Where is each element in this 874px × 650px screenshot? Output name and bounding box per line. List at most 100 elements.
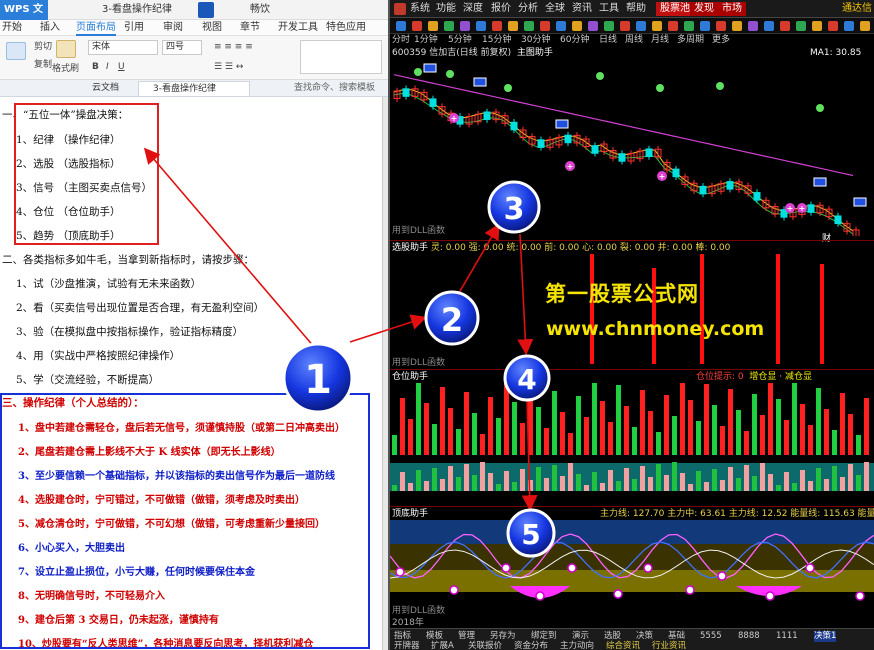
toolbar-icon[interactable]: [620, 21, 630, 31]
menu-view[interactable]: 视图: [202, 20, 222, 36]
toolbar-icon[interactable]: [652, 21, 662, 31]
stock-menu-system[interactable]: 系统: [410, 0, 430, 18]
period-1m[interactable]: 1分钟: [414, 34, 438, 47]
toolbar-icon[interactable]: [764, 21, 774, 31]
menu-page-layout[interactable]: 页面布局: [76, 20, 116, 36]
stock-menu-global[interactable]: 全球: [545, 0, 565, 18]
toolbar-icon[interactable]: [444, 21, 454, 31]
bottom-row2-tab[interactable]: 扩展A: [431, 641, 454, 650]
toolbar-icon[interactable]: [412, 21, 422, 31]
menu-references[interactable]: 引用: [124, 20, 144, 36]
period-tick[interactable]: 分时: [392, 34, 410, 47]
bottom-tab[interactable]: 8888: [738, 631, 760, 642]
command-search-input[interactable]: 查找命令、搜索模板: [290, 81, 386, 96]
toolbar-icon[interactable]: [508, 21, 518, 31]
list-icons[interactable]: ☰ ☰ ↔: [214, 60, 243, 74]
period-day[interactable]: 日线: [599, 34, 617, 47]
stock-menu-news[interactable]: 资讯: [572, 0, 592, 18]
candlestick-chart[interactable]: + + + + +: [390, 58, 874, 236]
menu-review[interactable]: 审阅: [163, 20, 183, 36]
bottom-tab[interactable]: 决策1: [814, 631, 837, 642]
cangwei-lower-bar: [520, 469, 525, 491]
menu-home[interactable]: 开始: [2, 20, 22, 36]
toolbar-icon[interactable]: [636, 21, 646, 31]
menu-features[interactable]: 特色应用: [326, 20, 366, 36]
bottom-row2-tab[interactable]: 行业资讯: [652, 641, 686, 650]
format-painter-button[interactable]: 格式刷: [52, 62, 79, 76]
market-button[interactable]: 市场: [718, 2, 746, 16]
toolbar-icon[interactable]: [492, 21, 502, 31]
stock-menu-function[interactable]: 功能: [436, 0, 456, 18]
bottom-row2-tab[interactable]: 综合资讯: [606, 641, 640, 650]
period-5m[interactable]: 5分钟: [448, 34, 472, 47]
bottom-row2-tab[interactable]: 资金分布: [514, 641, 548, 650]
period-60m[interactable]: 60分钟: [560, 34, 589, 47]
menu-chapter[interactable]: 章节: [240, 20, 260, 36]
period-month[interactable]: 月线: [651, 34, 669, 47]
style-gallery[interactable]: [300, 40, 382, 74]
cangwei-lower-bar: [696, 471, 701, 491]
toolbar-icon[interactable]: [396, 21, 406, 31]
toolbar-icon[interactable]: [604, 21, 614, 31]
menu-dev-tools[interactable]: 开发工具: [278, 20, 318, 36]
paste-icon[interactable]: [6, 42, 26, 60]
toolbar-icon[interactable]: [684, 21, 694, 31]
menu-insert[interactable]: 插入: [40, 20, 60, 36]
cangwei-indicator[interactable]: [390, 383, 874, 505]
cut-button[interactable]: 剪切: [34, 40, 52, 54]
period-week[interactable]: 周线: [625, 34, 643, 47]
toolbar-icon[interactable]: [476, 21, 486, 31]
wps-taskbar-icon[interactable]: [198, 2, 214, 18]
stock-menu-depth[interactable]: 深度: [463, 0, 483, 18]
toolbar-icon[interactable]: [556, 21, 566, 31]
toolbar-icon[interactable]: [748, 21, 758, 31]
stock-menu-tools[interactable]: 工具: [599, 0, 619, 18]
toolbar-icon[interactable]: [732, 21, 742, 31]
doc-tab-cloud[interactable]: 云文档: [78, 81, 136, 96]
stock-menu-quote[interactable]: 报价: [491, 0, 511, 18]
toolbar-icon[interactable]: [540, 21, 550, 31]
toolbar-icon[interactable]: [524, 21, 534, 31]
bold-button[interactable]: B: [92, 60, 99, 74]
dingdi-indicator[interactable]: [390, 520, 874, 614]
toolbar-icon[interactable]: [844, 21, 854, 31]
period-15m[interactable]: 15分钟: [482, 34, 511, 47]
toolbar-icon[interactable]: [780, 21, 790, 31]
align-icons[interactable]: ≡ ≡ ≡ ≡: [214, 40, 253, 54]
window-tab-doc[interactable]: 3-看盘操作纪律: [96, 2, 178, 18]
window-tab-2[interactable]: 畅饮: [244, 2, 276, 18]
stock-pool-button[interactable]: 股票池: [656, 2, 694, 16]
toolbar-icon[interactable]: [700, 21, 710, 31]
toolbar-icon[interactable]: [668, 21, 678, 31]
font-name-select[interactable]: 宋体: [88, 40, 158, 55]
toolbar-icon[interactable]: [460, 21, 470, 31]
period-multi[interactable]: 多周期: [677, 34, 704, 47]
period-30m[interactable]: 30分钟: [521, 34, 550, 47]
format-painter-icon[interactable]: [56, 40, 76, 58]
doc-tab-current[interactable]: 3-看盘操作纪律: [138, 81, 250, 96]
toolbar-icon[interactable]: [716, 21, 726, 31]
font-size-select[interactable]: 四号: [162, 40, 202, 55]
toolbar-icon[interactable]: [588, 21, 598, 31]
bottom-tab[interactable]: 5555: [700, 631, 722, 642]
discover-button[interactable]: 发现: [690, 2, 718, 16]
toolbar-icon[interactable]: [860, 21, 870, 31]
bottom-row2-tab[interactable]: 主力动向: [560, 641, 594, 650]
italic-button[interactable]: I: [106, 60, 109, 74]
bottom-row2-tab[interactable]: 关联报价: [468, 641, 502, 650]
underline-button[interactable]: U: [118, 60, 125, 74]
document-page: 一、“五位一体”操盘决策： 1、纪律 （操作纪律） 2、选股 （选股指标） 3、…: [0, 97, 388, 650]
bottom-row2-tab[interactable]: 开牌器: [394, 641, 420, 650]
toolbar-icon[interactable]: [572, 21, 582, 31]
stock-menu-help[interactable]: 帮助: [626, 0, 646, 18]
toolbar-icon[interactable]: [796, 21, 806, 31]
copy-button[interactable]: 复制: [34, 58, 52, 72]
xuangu-indicator[interactable]: [390, 254, 874, 364]
stock-menu-analysis[interactable]: 分析: [518, 0, 538, 18]
wps-app-title[interactable]: WPS 文字: [0, 0, 48, 35]
period-more[interactable]: 更多: [712, 34, 730, 47]
toolbar-icon[interactable]: [828, 21, 838, 31]
bottom-tab[interactable]: 1111: [776, 631, 798, 642]
toolbar-icon[interactable]: [812, 21, 822, 31]
toolbar-icon[interactable]: [428, 21, 438, 31]
